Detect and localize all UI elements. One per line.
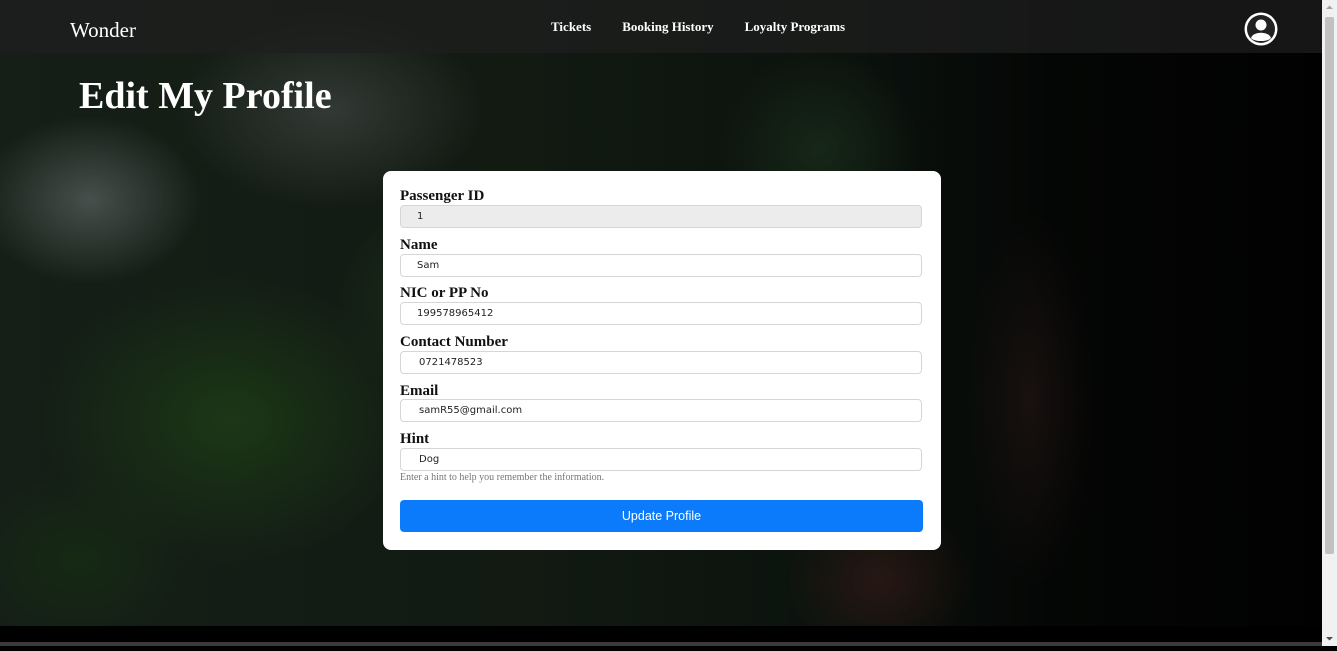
hint-field[interactable] [400,448,922,471]
contact-number-field[interactable] [400,351,922,374]
scroll-up-arrow-icon[interactable] [1322,0,1337,15]
footer-divider [0,642,1322,646]
nav-link-tickets[interactable]: Tickets [551,19,591,35]
name-label: Name [400,237,438,253]
email-field[interactable] [400,399,922,422]
nic-pp-field[interactable] [400,302,922,325]
nic-pp-label: NIC or PP No [400,285,489,301]
scrollbar-thumb[interactable] [1325,17,1334,554]
name-field[interactable] [400,254,922,277]
nav-links: Tickets Booking History Loyalty Programs [551,19,845,35]
nav-link-loyalty-programs[interactable]: Loyalty Programs [745,19,846,35]
passenger-id-label: Passenger ID [400,188,485,204]
user-circle-icon[interactable] [1243,11,1279,47]
hint-help-text: Enter a hint to help you remember the in… [400,472,605,483]
contact-number-label: Contact Number [400,334,508,350]
brand-logo[interactable]: Wonder [70,18,136,43]
scroll-down-arrow-icon[interactable] [1322,631,1337,646]
email-label: Email [400,383,439,399]
vertical-scrollbar[interactable] [1322,0,1337,646]
hint-label: Hint [400,431,430,447]
update-profile-button[interactable]: Update Profile [400,500,923,532]
page-title: Edit My Profile [79,75,332,117]
edit-profile-form: Passenger ID Name NIC or PP No Contact N… [383,171,941,550]
navbar: Wonder Tickets Booking History Loyalty P… [0,0,1322,53]
nav-link-booking-history[interactable]: Booking History [622,19,713,35]
page: Wonder Tickets Booking History Loyalty P… [0,0,1322,646]
passenger-id-field[interactable] [400,205,922,228]
